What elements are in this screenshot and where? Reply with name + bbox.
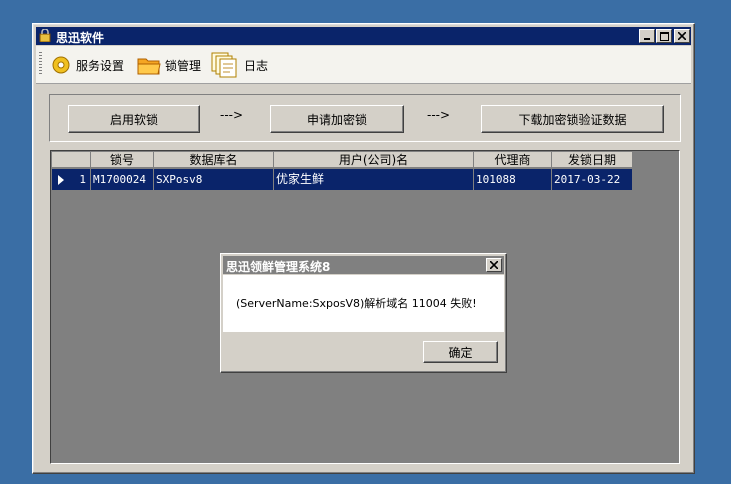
column-header-agent[interactable]: 代理商 [474,152,552,168]
cell-agent[interactable]: 101088 [474,169,552,190]
dialog-message: (ServerName:SxposV8)解析域名 11004 失败! [236,297,477,310]
app-lock-icon [39,29,51,42]
close-button[interactable] [674,29,690,43]
cell-lock-no[interactable]: M1700024 [91,169,154,190]
cell-db-name[interactable]: SXPosv8 [154,169,274,190]
toolbar-grip[interactable] [39,52,42,76]
main-window: 思迅软件 服务设置 锁管理 日志 启用软锁 ---> 申请加密锁 ---> 下载… [32,23,695,474]
apply-encryption-lock-button[interactable]: 申请加密锁 [270,105,404,133]
column-header-date[interactable]: 发锁日期 [552,152,633,168]
document-icon [211,52,237,78]
steps-panel: 启用软锁 ---> 申请加密锁 ---> 下载加密锁验证数据 [49,94,681,142]
table-row[interactable]: 1 M1700024 SXPosv8 优家生鲜 101088 2017-03-2… [52,169,633,190]
dialog-close-button[interactable] [486,258,502,272]
toolbar-service-settings[interactable]: 服务设置 [50,52,124,78]
maximize-icon [659,31,669,41]
window-title: 思迅软件 [56,31,105,45]
cell-date[interactable]: 2017-03-22 [552,169,633,190]
row-index: 1 [79,173,86,186]
maximize-button[interactable] [656,29,672,43]
download-lock-data-button[interactable]: 下载加密锁验证数据 [481,105,664,133]
folder-icon [137,58,161,75]
column-header-lock-no[interactable]: 锁号 [91,152,154,168]
error-dialog: 思迅领鲜管理系统8 (ServerName:SxposV8)解析域名 11004… [220,253,507,373]
step-arrow: ---> [220,108,244,122]
toolbar-label: 服务设置 [76,58,125,73]
column-header-db-name[interactable]: 数据库名 [154,152,274,168]
column-header-company[interactable]: 用户(公司)名 [274,152,474,168]
dialog-title: 思迅领鲜管理系统8 [226,260,331,274]
minimize-icon [644,38,650,40]
toolbar-label: 锁管理 [165,58,202,73]
row-header: 1 [52,169,91,190]
window-titlebar[interactable]: 思迅软件 [36,27,691,45]
close-icon [678,32,686,40]
enable-soft-lock-button[interactable]: 启用软锁 [68,105,200,133]
toolbar-label: 日志 [244,58,269,73]
toolbar: 服务设置 锁管理 日志 [36,46,691,84]
current-row-arrow-icon [58,175,64,185]
cell-company[interactable]: 优家生鲜 [274,169,474,190]
dialog-body: (ServerName:SxposV8)解析域名 11004 失败! [223,275,504,332]
toolbar-lock-management[interactable]: 锁管理 [137,52,201,78]
ok-button[interactable]: 确定 [423,341,498,363]
row-header-corner [52,152,91,168]
minimize-button[interactable] [639,29,655,43]
step-arrow: ---> [427,108,451,122]
toolbar-log[interactable]: 日志 [210,52,268,78]
close-icon [490,261,498,269]
dialog-titlebar[interactable]: 思迅领鲜管理系统8 [223,256,504,274]
gear-icon [52,56,70,74]
